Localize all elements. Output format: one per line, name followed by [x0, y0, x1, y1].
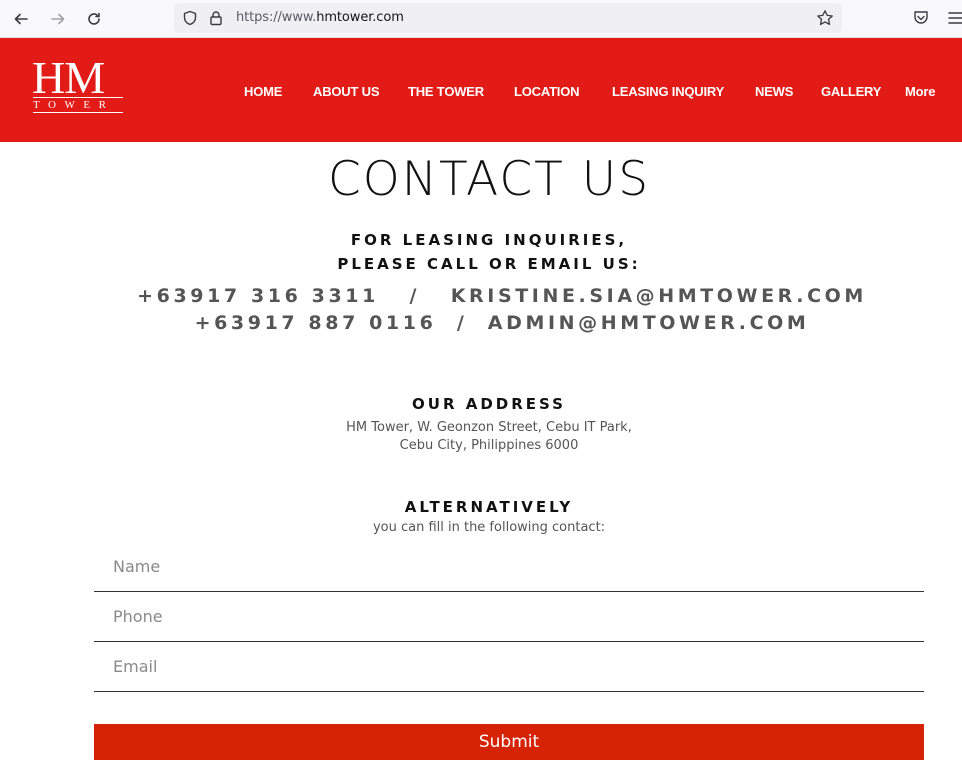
nav-home[interactable]: HOME	[244, 84, 282, 99]
back-button[interactable]	[9, 7, 33, 31]
phone-field-wrapper	[94, 592, 924, 642]
logo-rule-bottom	[33, 112, 123, 113]
url-domain: hmtower.com	[316, 10, 404, 25]
address-bar[interactable]: https://www.hmtower.com	[174, 3, 842, 33]
forward-button[interactable]	[46, 7, 70, 31]
forward-arrow-icon	[51, 13, 65, 25]
url-prefix: https://www.	[236, 10, 317, 25]
nav-more[interactable]: More	[905, 84, 935, 99]
alternatively-text: you can fill in the following contact:	[372, 520, 606, 535]
name-input[interactable]	[94, 542, 924, 591]
pocket-icon[interactable]	[912, 9, 930, 27]
nav-news[interactable]: NEWS	[755, 84, 793, 99]
back-arrow-icon	[14, 13, 28, 25]
logo-sub-text: TOWER	[33, 99, 115, 111]
address-line2: Cebu City, Philippines 6000	[399, 438, 579, 453]
address-heading: OUR ADDRESS	[412, 395, 566, 413]
contact-line-kristine[interactable]: +63917 316 3311 / KRISTINE.SIA@HMTOWER.C…	[0, 285, 962, 307]
shield-icon[interactable]	[182, 10, 198, 26]
page-title: CONTACT US	[327, 152, 651, 207]
alternatively-heading: ALTERNATIVELY	[404, 498, 574, 516]
lock-icon[interactable]	[208, 10, 224, 26]
url-text[interactable]: https://www.hmtower.com	[236, 10, 404, 25]
browser-toolbar: https://www.hmtower.com	[0, 0, 962, 38]
address-line1: HM Tower, W. Geonzon Street, Cebu IT Par…	[346, 420, 632, 435]
contact-line-admin[interactable]: +63917 887 0116 / ADMIN@HMTOWER.COM	[0, 312, 962, 334]
main-navigation: HOME ABOUT US THE TOWER LOCATION LEASING…	[0, 84, 962, 100]
nav-the-tower[interactable]: THE TOWER	[408, 84, 484, 99]
nav-location[interactable]: LOCATION	[514, 84, 580, 99]
phone-input[interactable]	[94, 592, 924, 641]
nav-about-us[interactable]: ABOUT US	[313, 84, 379, 99]
reload-button[interactable]	[82, 7, 106, 31]
leasing-subhead-line1: FOR LEASING INQUIRIES,	[350, 231, 628, 249]
email-input[interactable]	[94, 642, 924, 691]
nav-gallery[interactable]: GALLERY	[821, 84, 881, 99]
hamburger-menu-icon[interactable]	[948, 10, 962, 26]
reload-icon	[88, 12, 100, 25]
submit-button[interactable]: Submit	[94, 724, 924, 760]
bookmark-star-icon[interactable]	[816, 9, 834, 27]
email-field-wrapper	[94, 642, 924, 692]
nav-leasing-inquiry[interactable]: LEASING INQUIRY	[612, 84, 724, 99]
name-field-wrapper	[94, 542, 924, 592]
leasing-subhead-line2: PLEASE CALL OR EMAIL US:	[337, 255, 641, 273]
site-header: HM TOWER HOME ABOUT US THE TOWER LOCATIO…	[0, 38, 962, 142]
